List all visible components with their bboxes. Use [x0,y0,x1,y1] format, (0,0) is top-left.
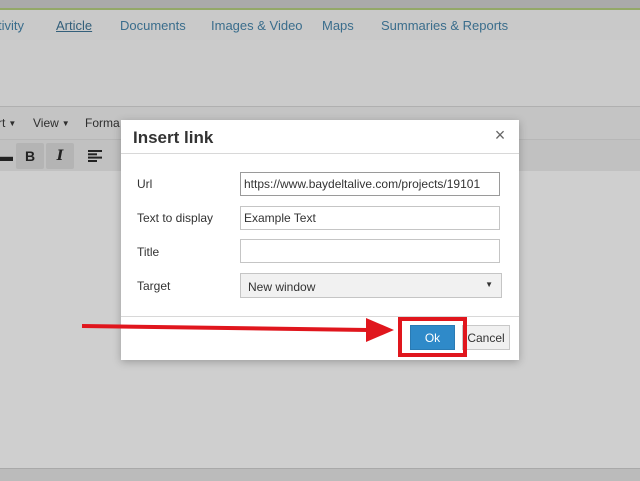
title-input[interactable] [240,239,500,263]
url-input[interactable] [240,172,500,196]
ok-button-highlight [398,317,467,357]
target-select-value: New window [248,280,316,294]
dialog-header: Insert link × [121,120,519,154]
target-label: Target [137,279,171,293]
nav-item-documents[interactable]: Documents [120,18,186,33]
nav-item-article[interactable]: Article [56,18,92,33]
main-nav: tivity Article Documents Images & Video … [0,10,640,40]
menu-format[interactable]: Forma [85,116,120,130]
nav-item-images-video[interactable]: Images & Video [211,18,303,33]
close-icon[interactable]: × [491,125,509,145]
url-label: Url [137,177,153,191]
menu-view[interactable]: View ▼ [33,116,70,130]
nav-item-summaries-reports[interactable]: Summaries & Reports [381,18,508,33]
text-to-display-label: Text to display [137,211,214,225]
title-label: Title [137,245,160,259]
dialog-title: Insert link [133,128,214,147]
status-bar [0,468,640,481]
nav-item-activity[interactable]: tivity [0,18,24,33]
text-to-display-input[interactable] [240,206,500,230]
cancel-button[interactable]: Cancel [462,325,510,350]
chevron-down-icon: ▼ [485,280,493,289]
chevron-down-icon: ▼ [8,119,17,128]
bold-button[interactable]: B [16,143,44,169]
page-header-area [0,40,640,106]
top-bar [0,0,640,8]
nav-item-maps[interactable]: Maps [322,18,354,33]
italic-button[interactable]: I [46,143,74,169]
align-left-icon[interactable] [81,143,109,169]
target-select[interactable]: New window ▼ [240,273,502,298]
menu-insert[interactable]: rt▼ [0,116,16,130]
chevron-down-icon: ▼ [61,119,70,128]
